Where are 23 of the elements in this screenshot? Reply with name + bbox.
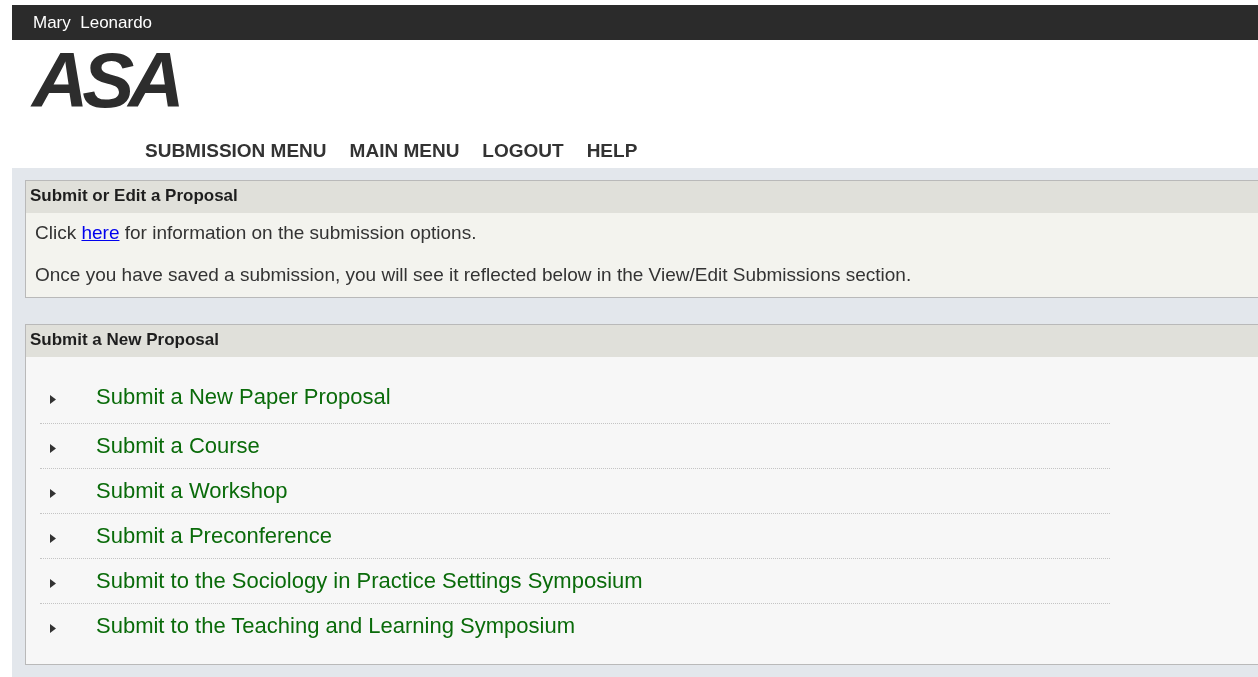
triangle-icon bbox=[50, 394, 56, 404]
panel-title: Submit a New Proposal bbox=[26, 325, 1258, 357]
user-name: Mary Leonardo bbox=[33, 12, 153, 33]
info-text: Click here for information on the submission options. bbox=[34, 221, 478, 245]
panel-title: Submit or Edit a Proposal bbox=[26, 181, 1258, 213]
triangle-icon bbox=[50, 443, 56, 453]
submit-link[interactable]: Submit a Preconference bbox=[96, 523, 333, 549]
submit-link[interactable]: Submit to the Sociology in Practice Settings Symposium bbox=[96, 568, 643, 594]
triangle-icon bbox=[50, 488, 56, 498]
nav-link[interactable]: SUBMISSION MENU bbox=[145, 140, 327, 168]
submit-link[interactable]: Submit a Workshop bbox=[96, 478, 288, 504]
nav-link[interactable]: MAIN MENU bbox=[349, 140, 460, 168]
submit-link[interactable]: Submit to the Teaching and Learning Symposium bbox=[96, 613, 575, 639]
triangle-icon bbox=[50, 533, 56, 543]
submit-link[interactable]: Submit a New Paper Proposal bbox=[96, 384, 391, 410]
info-text: Once you have saved a submission, you will see it reflected below in the View/Edit Submissions section. bbox=[34, 263, 913, 287]
nav-link[interactable]: LOGOUT bbox=[482, 140, 564, 168]
here-link[interactable]: here bbox=[81, 222, 120, 243]
nav-link[interactable]: HELP bbox=[586, 140, 638, 168]
logo[interactable]: ASA bbox=[28, 41, 193, 119]
triangle-icon bbox=[50, 578, 56, 588]
submit-link[interactable]: Submit a Course bbox=[96, 433, 260, 459]
triangle-icon bbox=[50, 623, 56, 633]
